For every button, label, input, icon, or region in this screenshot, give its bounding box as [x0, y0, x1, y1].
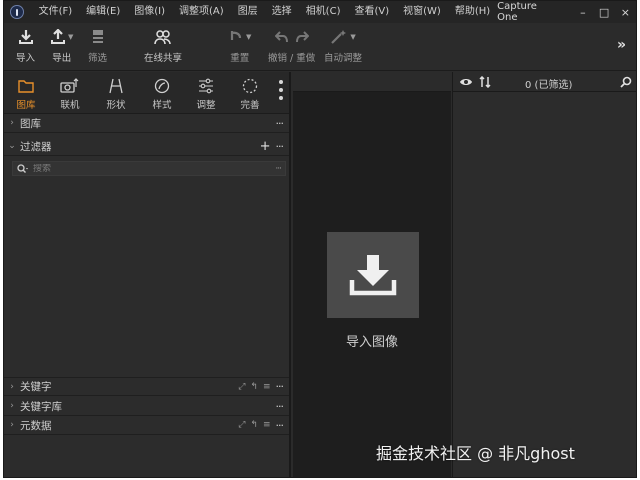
browser-header: 0 (已筛选) — [453, 72, 636, 92]
capture-one-window: 文件(F) 编辑(E) 图像(I) 调整项(A) 图层 选择 相机(C) 查看(… — [3, 0, 637, 478]
section-keywords-header[interactable]: › 关键字 ⤢ ↰ ≡ ··· — [4, 377, 289, 396]
auto-adjust-button[interactable]: ▼ 自动调整 — [324, 25, 362, 64]
eye-icon[interactable] — [459, 77, 473, 87]
share-online-button[interactable]: 在线共享 — [144, 25, 182, 64]
tab-tethered[interactable]: 联机 — [52, 76, 88, 111]
sort-icon[interactable] — [479, 76, 491, 88]
more-tools-button[interactable]: » — [617, 37, 626, 53]
users-icon — [154, 30, 171, 45]
tab-library[interactable]: 图库 — [8, 76, 44, 111]
menu-adjustments[interactable]: 调整项(A) — [172, 1, 231, 23]
section-menu-button[interactable]: ··· — [276, 419, 284, 432]
search-icon[interactable] — [620, 76, 632, 88]
sliders-icon — [199, 78, 213, 94]
chevron-right-icon: › — [10, 401, 14, 411]
filter-search-box[interactable]: ··· — [12, 161, 286, 176]
section-menu-button[interactable]: ··· — [276, 380, 284, 393]
menu-window[interactable]: 视窗(W) — [396, 1, 448, 23]
reset-icon[interactable]: ↰ — [250, 382, 258, 392]
import-images-label: 导入图像 — [345, 335, 398, 350]
tab-style[interactable]: 样式 — [144, 76, 180, 111]
shape-icon — [109, 78, 123, 94]
import-images-button[interactable] — [327, 232, 419, 318]
tabs-menu-button[interactable] — [279, 80, 283, 100]
list-icon[interactable]: ≡ — [263, 382, 271, 392]
chevron-down-icon: ▼ — [68, 33, 74, 41]
redo-icon — [295, 31, 309, 43]
expand-icon[interactable]: ⤢ — [238, 420, 245, 430]
import-download-icon — [349, 255, 397, 296]
download-icon — [18, 30, 33, 44]
window-title: Capture One — [497, 1, 537, 23]
refine-icon — [242, 78, 258, 94]
menu-image[interactable]: 图像(I) — [127, 1, 172, 23]
viewer: 导入图像 — [293, 72, 451, 477]
app-logo-icon — [10, 5, 24, 19]
section-metadata-header[interactable]: › 元数据 ⤢ ↰ ≡ ··· — [4, 416, 289, 435]
section-menu-button[interactable]: ··· — [276, 400, 284, 413]
reset-button[interactable]: ▼ 重置 — [228, 25, 251, 64]
left-tool-panel: 图库 联机 形状 样式 调整 完善 › 图库 ··· ⌄ 过滤器 + ··· 搜… — [4, 72, 291, 477]
chevron-right-icon: › — [10, 420, 14, 430]
menu-view[interactable]: 查看(V) — [347, 1, 396, 23]
style-icon — [154, 78, 170, 94]
tab-refine[interactable]: 完善 — [232, 76, 268, 111]
reset-icon[interactable]: ↰ — [250, 420, 258, 430]
menu-help[interactable]: 帮助(H) — [448, 1, 497, 23]
section-filters-header[interactable]: ⌄ 过滤器 + ··· — [4, 137, 289, 156]
folder-icon — [18, 80, 34, 93]
undo-redo-button[interactable]: 撤销 / 重做 — [268, 25, 315, 64]
viewer-header — [293, 72, 451, 92]
image-count: 0 (已筛选) — [525, 80, 573, 91]
chevron-down-icon: ▼ — [350, 33, 356, 41]
close-button[interactable]: × — [615, 6, 636, 19]
search-options-button[interactable]: ··· — [275, 164, 282, 174]
menu-edit[interactable]: 编辑(E) — [79, 1, 127, 23]
magic-wand-icon — [331, 30, 347, 44]
maximize-button[interactable]: □ — [594, 6, 615, 19]
chevron-right-icon: › — [10, 381, 14, 392]
reset-icon — [230, 31, 242, 40]
add-filter-button[interactable]: + — [260, 139, 271, 154]
menu-layers[interactable]: 图层 — [231, 1, 265, 23]
chevron-down-icon: ▼ — [246, 33, 252, 41]
chevron-right-icon: › — [10, 118, 14, 128]
upload-icon — [51, 29, 65, 44]
tab-shape[interactable]: 形状 — [98, 76, 134, 111]
menu-file[interactable]: 文件(F) — [32, 1, 80, 23]
section-menu-button[interactable]: ··· — [276, 140, 284, 153]
tab-adjust[interactable]: 调整 — [188, 76, 224, 111]
expand-icon[interactable]: ⤢ — [238, 382, 245, 392]
toolbar: 导入 ▼ 导出 筛选 在线共享 ▼ 重置 撤销 / 重做 ▼ 自动调整 » — [4, 23, 636, 71]
browser-panel: 0 (已筛选) — [452, 72, 636, 477]
watermark-text: 掘金技术社区 @ 非凡ghost — [376, 444, 575, 463]
menubar: 文件(F) 编辑(E) 图像(I) 调整项(A) 图层 选择 相机(C) 查看(… — [4, 1, 636, 23]
tool-tabs: 图库 联机 形状 样式 调整 完善 — [4, 72, 289, 114]
search-input[interactable] — [33, 163, 276, 174]
filter-button[interactable]: 筛选 — [88, 25, 107, 64]
section-keyword-library-header[interactable]: › 关键字库 ··· — [4, 397, 289, 416]
section-library-header[interactable]: › 图库 ··· — [4, 114, 289, 133]
import-button[interactable]: 导入 — [16, 25, 35, 64]
export-button[interactable]: ▼ 导出 — [50, 25, 73, 64]
list-icon[interactable]: ≡ — [263, 420, 271, 430]
menu-select[interactable]: 选择 — [265, 1, 299, 23]
chevron-down-icon: ⌄ — [8, 141, 16, 151]
menu-camera[interactable]: 相机(C) — [299, 1, 348, 23]
filter-stack-icon — [92, 30, 103, 43]
search-icon — [17, 163, 28, 173]
undo-icon — [274, 31, 288, 43]
minimize-button[interactable]: – — [572, 6, 593, 19]
camera-icon — [60, 78, 79, 93]
section-menu-button[interactable]: ··· — [276, 117, 284, 130]
